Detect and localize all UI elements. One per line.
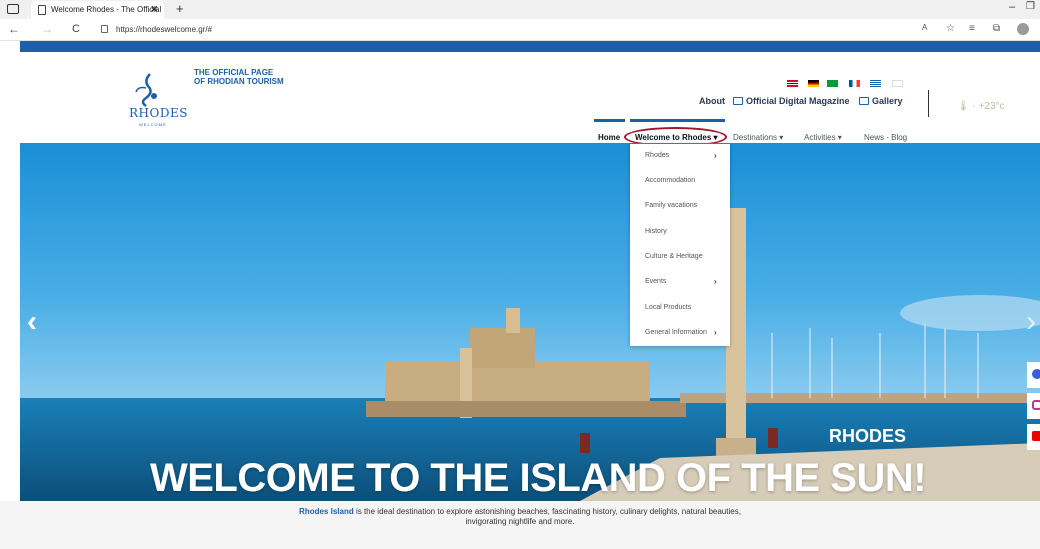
tab-close-icon[interactable]: ✕ <box>150 4 158 15</box>
intro-line-1: Rhodes Island is the ideal destination t… <box>299 507 741 516</box>
weather-widget: 🌡 · +23°c <box>957 101 1005 112</box>
site-top-bar <box>20 41 1040 52</box>
facebook-icon <box>1032 369 1040 379</box>
br-flag-icon[interactable] <box>827 80 838 87</box>
site-tagline: THE OFFICIAL PAGE OF RHODIAN TOURISM <box>194 68 284 86</box>
tab-title: Welcome Rhodes - The Official P <box>51 5 164 14</box>
gallery-link[interactable]: Gallery <box>859 96 903 106</box>
favorites-icon[interactable]: ≡ <box>969 23 975 34</box>
chevron-right-icon: › <box>714 277 717 286</box>
slider-next-button[interactable]: › <box>1026 305 1036 339</box>
dropdown-item-general-information[interactable]: General Information <box>645 329 707 336</box>
instagram-icon <box>1032 400 1040 410</box>
youtube-button[interactable] <box>1027 424 1040 450</box>
address-bar: ← → C https://rhodeswelcome.gr/# A ☆ ≡ ⧉ <box>0 19 1040 41</box>
dropdown-item-accommodation[interactable]: Accommodation <box>645 177 695 184</box>
reload-button[interactable]: C <box>72 23 80 35</box>
logo-subtitle: WELCOME <box>139 122 167 127</box>
kr-flag-icon[interactable] <box>892 80 903 87</box>
browser-tab[interactable]: Welcome Rhodes - The Official P ✕ <box>31 1 164 19</box>
chevron-right-icon: › <box>714 328 717 337</box>
intro-section: Rhodes Island is the ideal destination t… <box>0 501 1040 549</box>
nav-home[interactable]: Home <box>598 133 620 142</box>
about-link[interactable]: About <box>699 96 725 106</box>
maximize-button[interactable]: ❐ <box>1026 1 1035 12</box>
welcome-dropdown-menu: Rhodes › Accommodation Family vacations … <box>630 144 730 346</box>
nav-destinations[interactable]: Destinations ▾ <box>733 133 783 142</box>
read-aloud-icon[interactable]: A <box>922 23 927 32</box>
page-favicon-icon <box>38 5 46 15</box>
dropdown-item-culture-heritage[interactable]: Culture & Heritage <box>645 253 703 260</box>
lock-icon[interactable] <box>101 25 108 33</box>
hero-image <box>20 143 1040 501</box>
nav-news-blog[interactable]: News - Blog <box>864 133 907 142</box>
nav-active-indicator-welcome <box>630 119 725 122</box>
dropdown-item-history[interactable]: History <box>645 228 667 235</box>
header-divider <box>928 90 929 117</box>
de-flag-icon[interactable] <box>808 80 819 87</box>
back-button[interactable]: ← <box>8 22 20 36</box>
url-field[interactable]: https://rhodeswelcome.gr/# <box>116 25 212 34</box>
window-menu-icon[interactable] <box>7 4 19 14</box>
hero-caption: RHODES <box>829 426 907 446</box>
collections-icon[interactable]: ⧉ <box>993 23 1000 34</box>
uk-flag-icon[interactable] <box>787 80 798 87</box>
instagram-button[interactable] <box>1027 393 1040 419</box>
chevron-right-icon: › <box>714 151 717 160</box>
new-tab-button[interactable]: + <box>176 1 184 16</box>
dropdown-item-rhodes[interactable]: Rhodes <box>645 152 669 159</box>
fr-flag-icon[interactable] <box>849 80 860 87</box>
profile-avatar[interactable] <box>1017 23 1029 35</box>
dropdown-item-local-products[interactable]: Local Products <box>645 304 691 311</box>
nav-active-indicator-home <box>594 119 625 122</box>
gallery-icon <box>859 97 869 105</box>
dropdown-item-events[interactable]: Events <box>645 278 666 285</box>
browser-window: { "browser": { "tab_title": "Welcome Rho… <box>0 0 1040 549</box>
gr-flag-icon[interactable] <box>870 80 881 87</box>
hero-title: WELCOME TO THE ISLAND OF THE SUN! <box>150 456 927 500</box>
favorites-add-icon[interactable]: ☆ <box>946 23 955 34</box>
nav-activities[interactable]: Activities ▾ <box>804 133 842 142</box>
magazine-link[interactable]: Official Digital Magazine <box>733 96 850 106</box>
slider-prev-button[interactable]: ‹ <box>27 305 37 339</box>
minimize-button[interactable]: – <box>1009 1 1015 13</box>
browser-titlebar: Welcome Rhodes - The Official P ✕ + – ❐ <box>0 0 1040 19</box>
dropdown-item-family-vacations[interactable]: Family vacations <box>645 202 697 209</box>
magazine-icon <box>733 97 743 105</box>
facebook-button[interactable] <box>1027 362 1040 388</box>
forward-button[interactable]: → <box>41 22 53 36</box>
logo-wordmark: RHODES <box>129 106 188 120</box>
hero-slider <box>20 143 1040 501</box>
youtube-icon <box>1032 431 1040 441</box>
intro-line-2: invigorating nightlife and more. <box>465 517 575 526</box>
chevron-down-icon: ▾ <box>779 133 784 142</box>
chevron-down-icon: ▾ <box>837 133 842 142</box>
